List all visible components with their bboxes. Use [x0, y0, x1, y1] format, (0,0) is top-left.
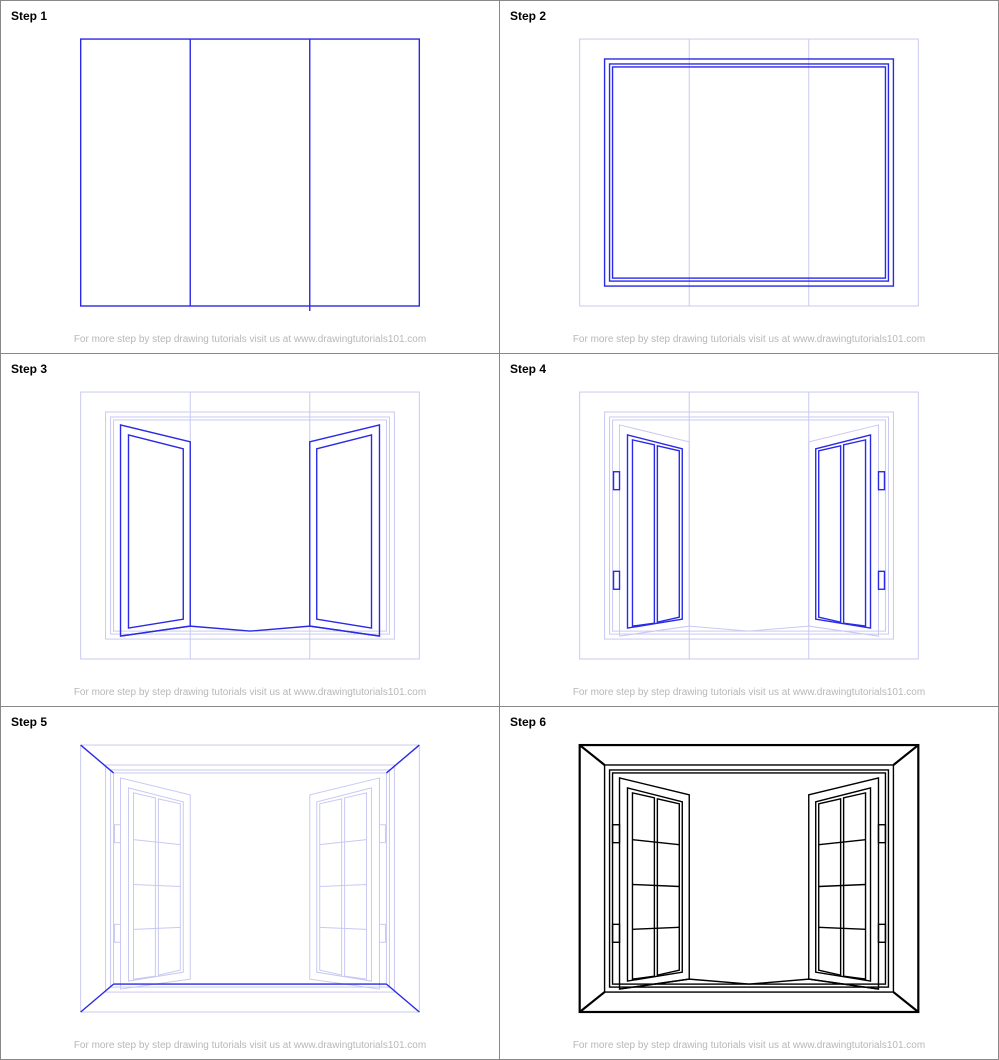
step-3-footer: For more step by step drawing tutorials …: [1, 687, 499, 706]
step-1-footer: For more step by step drawing tutorials …: [1, 334, 499, 353]
step-5-label: Step 5: [1, 707, 499, 729]
step-4-cell: Step 4: [499, 353, 998, 706]
step-4-footer: For more step by step drawing tutorials …: [500, 687, 998, 706]
step-4-label: Step 4: [500, 354, 998, 376]
step-6-cell: Step 6: [499, 706, 998, 1059]
tutorial-grid: Step 1 For more step by step drawing tut…: [0, 0, 999, 1060]
step-2-drawing: [500, 23, 998, 334]
step-2-cell: Step 2 For more step by step drawing tut…: [499, 0, 998, 353]
step-1-drawing: [1, 23, 499, 334]
step-5-footer: For more step by step drawing tutorials …: [1, 1040, 499, 1059]
step-5-cell: Step 5: [0, 706, 499, 1059]
step-3-canvas: [1, 376, 499, 687]
step-2-footer: For more step by step drawing tutorials …: [500, 334, 998, 353]
step-1-label: Step 1: [1, 1, 499, 23]
step-5-drawing: [1, 729, 499, 1040]
step-2-canvas: [500, 23, 998, 334]
step-6-label: Step 6: [500, 707, 998, 729]
step-3-label: Step 3: [1, 354, 499, 376]
step-3-drawing: [1, 376, 499, 687]
step-4-drawing: [500, 376, 998, 687]
step-5-canvas: [1, 729, 499, 1040]
step-4-canvas: [500, 376, 998, 687]
step-2-label: Step 2: [500, 1, 998, 23]
step-1-canvas: [1, 23, 499, 334]
step-3-cell: Step 3 For more step by step drawing: [0, 353, 499, 706]
step-6-footer: For more step by step drawing tutorials …: [500, 1040, 998, 1059]
step-6-drawing: [500, 729, 998, 1040]
step-6-canvas: [500, 729, 998, 1040]
step-1-cell: Step 1 For more step by step drawing tut…: [0, 0, 499, 353]
